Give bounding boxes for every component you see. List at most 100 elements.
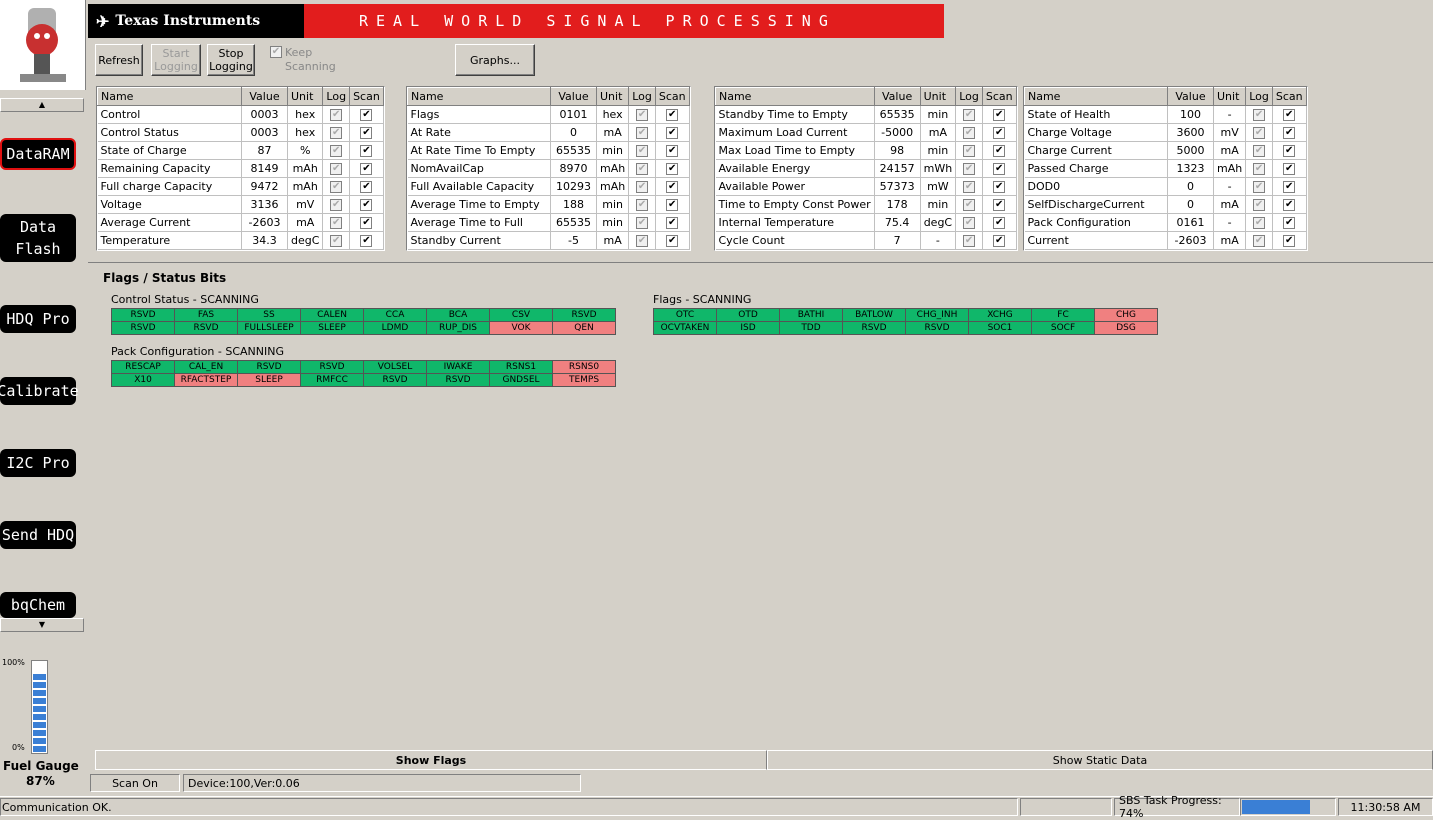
column-header[interactable]: Name <box>1024 87 1168 106</box>
scan-checkbox[interactable]: ✔ <box>666 217 679 229</box>
log-checkbox[interactable]: ✔ <box>636 181 649 193</box>
log-checkbox[interactable]: ✔ <box>963 163 976 175</box>
column-header[interactable]: Scan <box>981 87 1017 106</box>
scan-checkbox[interactable]: ✔ <box>360 235 373 247</box>
column-header[interactable]: Log <box>628 87 656 106</box>
column-header[interactable]: Value <box>1167 87 1214 106</box>
column-header[interactable]: Name <box>97 87 242 106</box>
log-checkbox[interactable]: ✔ <box>963 127 976 139</box>
nav-scroll-down-button[interactable]: ▼ <box>0 618 84 632</box>
column-header[interactable]: Unit <box>919 87 957 106</box>
tab-show-flags[interactable]: Show Flags <box>95 750 767 770</box>
log-checkbox[interactable]: ✔ <box>330 235 343 247</box>
stop-logging-button[interactable]: Stop Logging <box>207 44 255 76</box>
log-checkbox[interactable]: ✔ <box>1253 109 1266 121</box>
scan-checkbox[interactable]: ✔ <box>666 199 679 211</box>
scan-checkbox[interactable]: ✔ <box>1283 109 1296 121</box>
scan-checkbox[interactable]: ✔ <box>360 181 373 193</box>
log-checkbox[interactable]: ✔ <box>1253 163 1266 175</box>
log-checkbox[interactable]: ✔ <box>330 199 343 211</box>
log-checkbox[interactable]: ✔ <box>636 217 649 229</box>
column-header[interactable]: Scan <box>1271 87 1307 106</box>
log-checkbox[interactable]: ✔ <box>963 109 976 121</box>
scan-checkbox[interactable]: ✔ <box>360 199 373 211</box>
scan-checkbox[interactable]: ✔ <box>666 235 679 247</box>
scan-checkbox[interactable]: ✔ <box>1283 127 1296 139</box>
log-checkbox[interactable]: ✔ <box>1253 181 1266 193</box>
scan-checkbox[interactable]: ✔ <box>993 127 1006 139</box>
column-header[interactable]: Log <box>955 87 983 106</box>
log-checkbox[interactable]: ✔ <box>1253 217 1266 229</box>
column-header[interactable]: Value <box>241 87 288 106</box>
column-header[interactable]: Scan <box>349 87 384 106</box>
column-header[interactable]: Unit <box>1212 87 1247 106</box>
keep-scanning-checkbox[interactable]: ✔ Keep Scanning <box>270 46 336 74</box>
scan-checkbox[interactable]: ✔ <box>360 145 373 157</box>
log-checkbox[interactable]: ✔ <box>1253 127 1266 139</box>
nav-data-flash-button[interactable]: Data Flash <box>0 214 76 262</box>
log-checkbox[interactable]: ✔ <box>636 235 649 247</box>
scan-checkbox[interactable]: ✔ <box>666 145 679 157</box>
scan-checkbox[interactable]: ✔ <box>993 235 1006 247</box>
log-checkbox[interactable]: ✔ <box>636 109 649 121</box>
scan-checkbox[interactable]: ✔ <box>666 181 679 193</box>
scan-checkbox[interactable]: ✔ <box>993 199 1006 211</box>
scan-checkbox[interactable]: ✔ <box>1283 181 1296 193</box>
column-header[interactable]: Name <box>715 87 875 106</box>
log-checkbox[interactable]: ✔ <box>330 181 343 193</box>
graphs-button[interactable]: Graphs... <box>455 44 535 76</box>
log-checkbox[interactable]: ✔ <box>330 127 343 139</box>
scan-checkbox[interactable]: ✔ <box>666 163 679 175</box>
scan-checkbox[interactable]: ✔ <box>360 109 373 121</box>
log-checkbox[interactable]: ✔ <box>330 145 343 157</box>
refresh-button[interactable]: Refresh <box>95 44 143 76</box>
column-header[interactable]: Scan <box>654 87 690 106</box>
scan-checkbox[interactable]: ✔ <box>666 127 679 139</box>
column-header[interactable]: Log <box>1245 87 1273 106</box>
scan-checkbox[interactable]: ✔ <box>993 163 1006 175</box>
column-header[interactable]: Log <box>322 87 351 106</box>
tab-show-static-data[interactable]: Show Static Data <box>767 750 1433 770</box>
scan-checkbox[interactable]: ✔ <box>993 109 1006 121</box>
scan-checkbox[interactable]: ✔ <box>360 163 373 175</box>
nav-send-hdq-button[interactable]: Send HDQ <box>0 521 76 549</box>
scan-checkbox[interactable]: ✔ <box>1283 217 1296 229</box>
scan-checkbox[interactable]: ✔ <box>666 109 679 121</box>
scan-checkbox[interactable]: ✔ <box>1283 145 1296 157</box>
log-checkbox[interactable]: ✔ <box>636 127 649 139</box>
scan-checkbox[interactable]: ✔ <box>360 217 373 229</box>
nav-hdq-pro-button[interactable]: HDQ Pro <box>0 305 76 333</box>
scan-checkbox[interactable]: ✔ <box>993 217 1006 229</box>
log-checkbox[interactable]: ✔ <box>636 145 649 157</box>
log-checkbox[interactable]: ✔ <box>963 199 976 211</box>
log-checkbox[interactable]: ✔ <box>1253 235 1266 247</box>
log-checkbox[interactable]: ✔ <box>636 163 649 175</box>
scan-checkbox[interactable]: ✔ <box>993 145 1006 157</box>
scan-checkbox[interactable]: ✔ <box>360 127 373 139</box>
column-header[interactable]: Value <box>550 87 597 106</box>
log-checkbox[interactable]: ✔ <box>1253 199 1266 211</box>
log-checkbox[interactable]: ✔ <box>1253 145 1266 157</box>
scan-checkbox[interactable]: ✔ <box>993 181 1006 193</box>
nav-scroll-up-button[interactable]: ▲ <box>0 98 84 112</box>
log-checkbox[interactable]: ✔ <box>330 109 343 121</box>
log-checkbox[interactable]: ✔ <box>636 199 649 211</box>
log-checkbox[interactable]: ✔ <box>330 163 343 175</box>
column-header[interactable]: Unit <box>286 87 324 106</box>
nav-bqchem-button[interactable]: bqChem <box>0 592 76 618</box>
scan-checkbox[interactable]: ✔ <box>1283 163 1296 175</box>
log-checkbox[interactable]: ✔ <box>963 235 976 247</box>
log-checkbox[interactable]: ✔ <box>963 217 976 229</box>
column-header[interactable]: Name <box>407 87 551 106</box>
log-checkbox[interactable]: ✔ <box>330 217 343 229</box>
nav-i2c-pro-button[interactable]: I2C Pro <box>0 449 76 477</box>
log-checkbox[interactable]: ✔ <box>963 145 976 157</box>
scan-checkbox[interactable]: ✔ <box>1283 235 1296 247</box>
nav-calibrate-button[interactable]: Calibrate <box>0 377 79 405</box>
log-checkbox[interactable]: ✔ <box>963 181 976 193</box>
column-header[interactable]: Value <box>873 87 921 106</box>
nav-dataram-button[interactable]: DataRAM <box>0 138 76 170</box>
scan-checkbox[interactable]: ✔ <box>1283 199 1296 211</box>
column-header[interactable]: Unit <box>595 87 630 106</box>
start-logging-button[interactable]: Start Logging <box>151 44 201 76</box>
